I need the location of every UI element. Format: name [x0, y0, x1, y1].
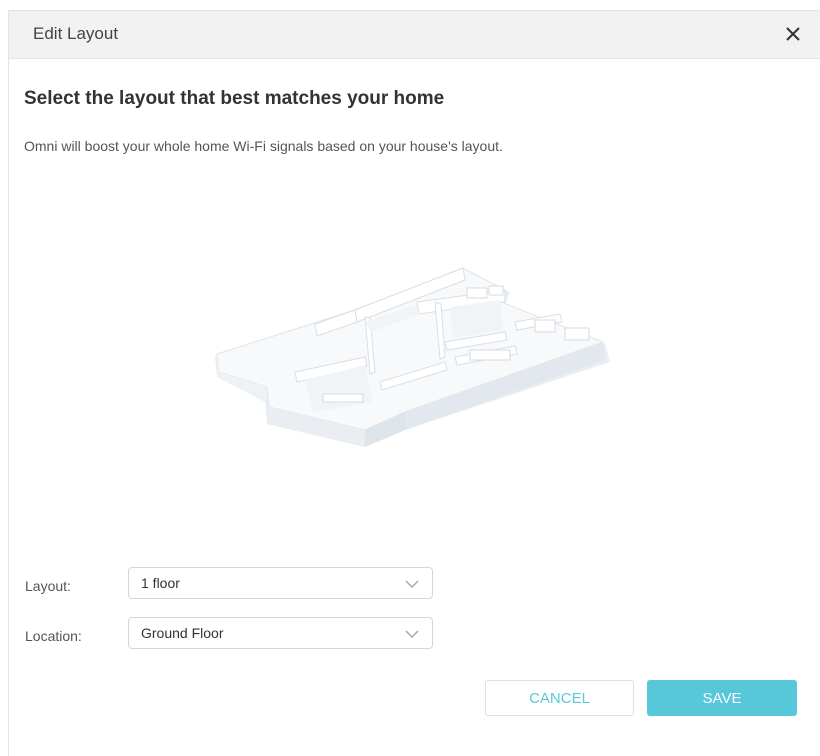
dialog-title: Edit Layout: [33, 24, 119, 43]
close-button[interactable]: [780, 21, 806, 47]
location-select-value: Ground Floor: [141, 625, 224, 641]
page-description: Omni will boost your whole home Wi-Fi si…: [24, 138, 503, 154]
page-heading: Select the layout that best matches your…: [24, 88, 445, 109]
layout-label: Layout:: [25, 578, 71, 594]
dialog-header: Edit Layout: [9, 11, 820, 59]
chevron-down-icon: [405, 580, 419, 589]
close-icon: [786, 27, 800, 41]
layout-select[interactable]: 1 floor: [128, 567, 433, 599]
location-label: Location:: [25, 628, 82, 644]
chevron-down-icon: [405, 630, 419, 639]
save-button[interactable]: SAVE: [647, 680, 797, 716]
layout-select-value: 1 floor: [141, 575, 180, 591]
floor-plan-3d-icon: [215, 267, 610, 447]
cancel-button[interactable]: CANCEL: [485, 680, 634, 716]
location-select[interactable]: Ground Floor: [128, 617, 433, 649]
